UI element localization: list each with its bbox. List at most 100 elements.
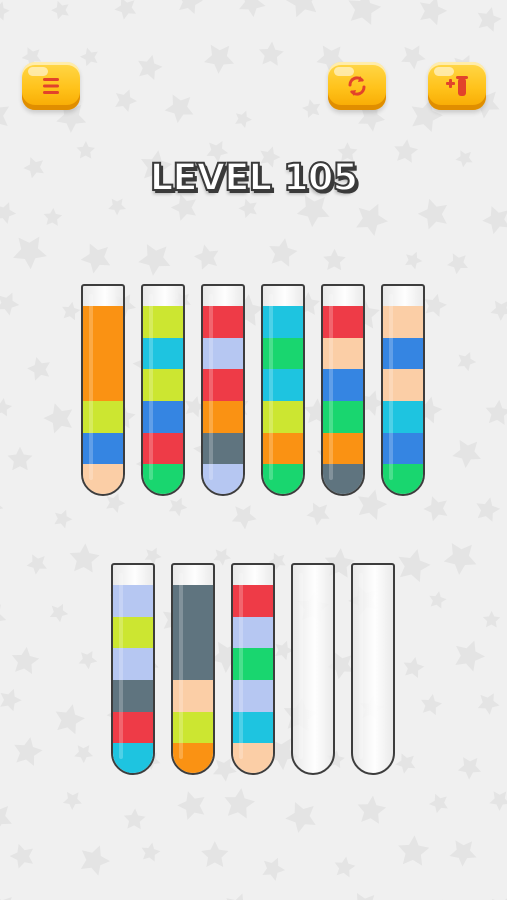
background-star [75, 646, 101, 672]
background-star [0, 396, 13, 417]
background-star [0, 486, 9, 522]
restart-button[interactable] [328, 62, 386, 110]
background-star [0, 198, 20, 226]
background-star [266, 235, 300, 268]
test-tube[interactable] [321, 284, 365, 496]
liquid-layer-red [143, 432, 183, 466]
background-star [421, 291, 449, 318]
add-tube-button[interactable] [428, 62, 486, 110]
background-star [392, 748, 421, 777]
liquid-layer-green [233, 648, 273, 681]
liquid-layer-peach [383, 369, 423, 402]
background-star [0, 796, 20, 837]
background-star [350, 197, 393, 239]
background-star [257, 40, 285, 67]
liquid-layer-lime [173, 711, 213, 745]
background-star [418, 692, 444, 716]
background-star [402, 248, 425, 271]
liquid-layer-lavender [203, 464, 243, 494]
background-star [227, 498, 262, 532]
background-star [396, 834, 431, 867]
test-tube[interactable] [81, 284, 125, 496]
background-star [401, 654, 426, 679]
liquid-layer-green [323, 401, 363, 434]
menu-button[interactable] [22, 62, 80, 110]
background-star [0, 0, 12, 22]
background-star [60, 300, 82, 321]
liquid-layer-orange [203, 401, 243, 434]
background-star [133, 235, 179, 280]
liquid-layer-blue [323, 369, 363, 402]
background-star [7, 227, 54, 273]
test-tube[interactable] [141, 284, 185, 496]
background-star [448, 432, 488, 472]
liquid-layer-orange [83, 369, 123, 402]
liquid-layer-orange [173, 743, 213, 773]
test-tube[interactable] [351, 563, 395, 775]
background-star [0, 685, 25, 713]
background-star [484, 398, 507, 426]
liquid-layer-cyan [263, 306, 303, 339]
background-star [0, 885, 23, 900]
background-star [7, 446, 33, 471]
background-star [415, 0, 451, 27]
liquid-layer-peach [83, 464, 123, 494]
background-star [160, 86, 201, 127]
liquid-layer-cyan [263, 369, 303, 402]
liquid-layer-gray [173, 585, 213, 681]
test-tube[interactable] [291, 563, 335, 775]
background-star [444, 247, 474, 277]
liquid-layer-lavender [233, 616, 273, 650]
test-tube[interactable] [111, 563, 155, 775]
liquid-layer-blue [383, 337, 423, 371]
test-tube[interactable] [261, 284, 305, 496]
liquid-layer-lime [113, 616, 153, 650]
liquid-layer-gray [113, 680, 153, 713]
background-star [426, 789, 454, 816]
background-star [427, 589, 448, 610]
liquid-layer-red [233, 585, 273, 618]
liquid-layer-lavender [113, 648, 153, 681]
background-star [51, 700, 88, 736]
liquid-layer-lime [83, 401, 123, 434]
background-star [40, 397, 81, 439]
background-star [282, 0, 327, 23]
background-star [76, 236, 119, 278]
background-star [23, 549, 53, 578]
background-star [111, 0, 142, 23]
liquid-layer-gray [203, 432, 243, 466]
background-star [222, 786, 257, 820]
test-tube[interactable] [171, 563, 215, 775]
hamburger-menu-icon [43, 78, 59, 94]
liquid-layer-red [203, 306, 243, 339]
background-star [123, 807, 146, 830]
background-star [487, 294, 507, 324]
test-tube[interactable] [381, 284, 425, 496]
background-star [46, 599, 72, 624]
background-star [345, 885, 385, 900]
background-star [420, 490, 455, 525]
liquid-layer-lime [143, 306, 183, 339]
background-star [258, 853, 289, 883]
background-star [355, 794, 388, 825]
background-star [393, 545, 434, 584]
background-star [68, 542, 101, 573]
test-tube[interactable] [231, 563, 275, 775]
background-star [397, 39, 431, 72]
background-star [439, 533, 485, 579]
background-star [454, 750, 487, 783]
background-star [174, 0, 206, 16]
background-star [48, 0, 75, 23]
background-star [281, 794, 325, 838]
liquid-layer-red [323, 306, 363, 339]
test-tube[interactable] [201, 284, 245, 496]
background-star [201, 841, 229, 867]
liquid-layer-gray [323, 464, 363, 494]
background-star [323, 248, 346, 271]
liquid-layer-lavender [233, 680, 273, 713]
liquid-layer-peach [233, 743, 273, 773]
background-star [134, 51, 165, 82]
liquid-layer-orange [323, 432, 363, 466]
background-star [0, 287, 23, 318]
background-star [332, 855, 357, 878]
